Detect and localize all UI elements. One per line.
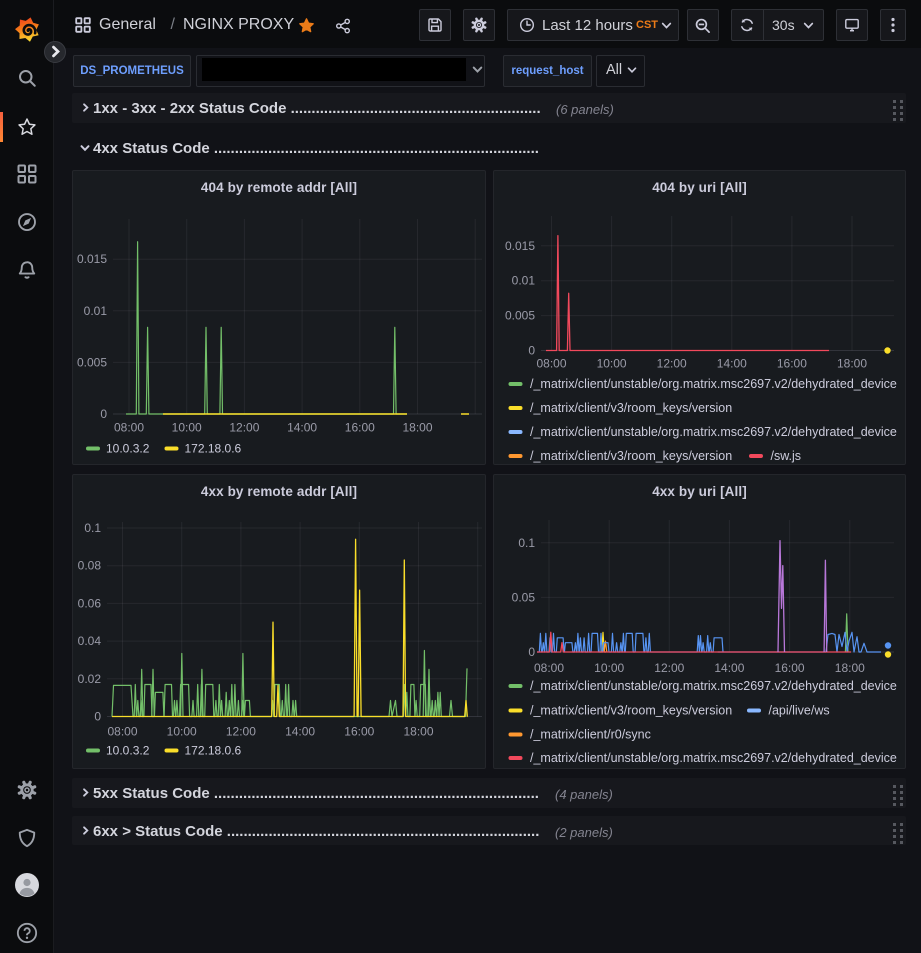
- svg-text:0.1: 0.1: [518, 536, 535, 550]
- svg-text:16:00: 16:00: [777, 357, 807, 371]
- svg-text:10:00: 10:00: [167, 725, 197, 739]
- svg-text:/_matrix/client/v3/room_keys/v: /_matrix/client/v3/room_keys/version: [530, 401, 732, 415]
- svg-text:0.04: 0.04: [78, 634, 102, 648]
- svg-text:08:00: 08:00: [534, 661, 564, 675]
- svg-text:/_matrix/client/unstable/org.m: /_matrix/client/unstable/org.matrix.msc2…: [530, 425, 897, 439]
- svg-text:14:00: 14:00: [285, 725, 315, 739]
- svg-text:0.005: 0.005: [505, 309, 535, 323]
- svg-text:0.06: 0.06: [78, 596, 102, 610]
- svg-text:0.01: 0.01: [84, 304, 108, 318]
- svg-text:14:00: 14:00: [287, 421, 317, 435]
- svg-text:/_matrix/client/unstable/org.m: /_matrix/client/unstable/org.matrix.msc2…: [530, 377, 897, 391]
- svg-text:18:00: 18:00: [835, 661, 865, 675]
- svg-text:18:00: 18:00: [403, 725, 433, 739]
- svg-text:/_matrix/client/v3/room_keys/v: /_matrix/client/v3/room_keys/version: [530, 704, 732, 718]
- svg-text:/_matrix/client/r0/sync: /_matrix/client/r0/sync: [530, 728, 651, 742]
- svg-text:0.015: 0.015: [505, 239, 535, 253]
- svg-text:0.015: 0.015: [77, 252, 107, 266]
- svg-text:12:00: 12:00: [229, 421, 259, 435]
- svg-text:16:00: 16:00: [344, 725, 374, 739]
- svg-text:12:00: 12:00: [657, 357, 687, 371]
- svg-text:12:00: 12:00: [226, 725, 256, 739]
- svg-text:08:00: 08:00: [114, 421, 144, 435]
- svg-text:18:00: 18:00: [837, 357, 867, 371]
- svg-text:172.18.0.6: 172.18.0.6: [185, 442, 242, 456]
- svg-text:16:00: 16:00: [775, 661, 805, 675]
- svg-text:12:00: 12:00: [654, 661, 684, 675]
- svg-text:/_matrix/client/v3/room_keys/v: /_matrix/client/v3/room_keys/version: [530, 449, 732, 463]
- svg-text:18:00: 18:00: [402, 421, 432, 435]
- svg-text:08:00: 08:00: [107, 725, 137, 739]
- svg-text:0: 0: [528, 344, 535, 358]
- svg-text:10:00: 10:00: [594, 661, 624, 675]
- svg-text:172.18.0.6: 172.18.0.6: [185, 744, 242, 758]
- svg-text:14:00: 14:00: [717, 357, 747, 371]
- svg-text:0: 0: [528, 645, 535, 659]
- svg-text:0.02: 0.02: [78, 672, 102, 686]
- svg-text:0.01: 0.01: [512, 274, 536, 288]
- svg-text:10:00: 10:00: [172, 421, 202, 435]
- svg-text:/_matrix/client/unstable/org.m: /_matrix/client/unstable/org.matrix.msc2…: [530, 679, 897, 693]
- svg-text:0.005: 0.005: [77, 355, 107, 369]
- svg-text:/sw.js: /sw.js: [771, 449, 802, 463]
- svg-text:0.05: 0.05: [512, 590, 536, 604]
- svg-text:/api/live/ws: /api/live/ws: [769, 704, 830, 718]
- svg-text:10.0.3.2: 10.0.3.2: [106, 744, 150, 758]
- svg-text:/_matrix/client/unstable/org.m: /_matrix/client/unstable/org.matrix.msc2…: [530, 751, 897, 765]
- svg-text:0: 0: [94, 710, 101, 724]
- svg-text:10:00: 10:00: [597, 357, 627, 371]
- svg-text:08:00: 08:00: [536, 357, 566, 371]
- svg-text:14:00: 14:00: [714, 661, 744, 675]
- svg-text:16:00: 16:00: [345, 421, 375, 435]
- svg-text:10.0.3.2: 10.0.3.2: [106, 442, 150, 456]
- svg-text:0: 0: [100, 407, 107, 421]
- svg-text:0.08: 0.08: [78, 559, 102, 573]
- svg-text:0.1: 0.1: [84, 521, 101, 535]
